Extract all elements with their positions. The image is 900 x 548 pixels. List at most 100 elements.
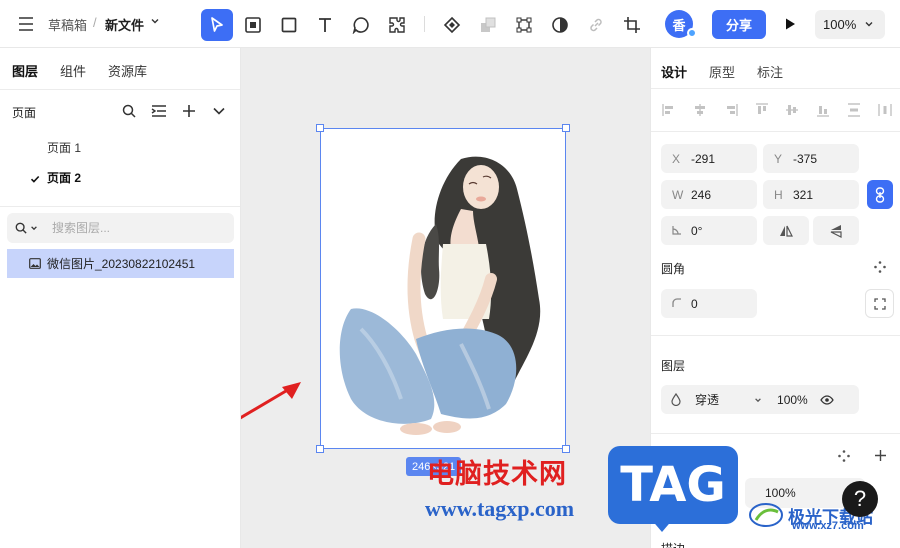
expand-icon	[873, 297, 886, 310]
flip-horizontal-icon	[780, 225, 793, 237]
lock-ratio-button[interactable]	[867, 180, 893, 209]
page-item[interactable]: 页面 1	[47, 139, 81, 156]
chevron-down-icon[interactable]	[30, 224, 38, 232]
layer-section-title: 图层	[661, 359, 686, 373]
menu-icon[interactable]	[14, 12, 38, 36]
y-position-field[interactable]: Y -375	[763, 144, 859, 173]
page-sort-icon[interactable]	[149, 101, 169, 121]
rotation-field[interactable]: 0°	[661, 216, 757, 245]
site-url: www.xz7.com	[792, 520, 864, 532]
align-center-h-icon[interactable]	[692, 102, 708, 118]
flip-vertical-button[interactable]	[813, 216, 859, 245]
distribute-v-icon[interactable]	[846, 102, 862, 118]
w-label: W	[672, 187, 684, 202]
x-position-field[interactable]: X -291	[661, 144, 757, 173]
mask-icon[interactable]	[544, 9, 576, 41]
zoom-select[interactable]: 100%	[815, 10, 885, 39]
y-label: Y	[774, 151, 783, 166]
fill-style-icon[interactable]	[835, 447, 853, 465]
image-icon	[29, 258, 41, 269]
frame-tool-button[interactable]	[237, 9, 269, 41]
y-value: -375	[793, 151, 818, 166]
align-top-icon[interactable]	[754, 102, 770, 118]
layer-row-selected[interactable]: 微信图片_20230822102451	[7, 249, 234, 278]
flip-vertical-icon	[830, 224, 842, 238]
vector-edit-icon[interactable]	[508, 9, 540, 41]
zoom-value: 100%	[823, 17, 857, 32]
search-icon[interactable]	[15, 222, 27, 234]
link-icon[interactable]	[580, 9, 612, 41]
divider	[0, 206, 240, 207]
red-arrow-annotation	[241, 382, 301, 420]
collapse-pages-icon[interactable]	[209, 101, 229, 121]
align-right-icon[interactable]	[723, 102, 739, 118]
tag-logo-tail	[650, 518, 674, 532]
pages-section-title: 页面	[12, 106, 37, 120]
share-button[interactable]: 分享	[712, 10, 766, 39]
boolean-icon[interactable]	[472, 9, 504, 41]
tab-components[interactable]: 组件	[60, 61, 86, 80]
help-button[interactable]: ?	[842, 481, 878, 517]
link-icon	[875, 186, 885, 203]
layer-opacity-value[interactable]: 100%	[777, 393, 808, 407]
corner-radius-field[interactable]: 0	[661, 289, 757, 318]
layer-name: 微信图片_20230822102451	[47, 257, 196, 271]
eye-icon[interactable]	[819, 394, 834, 405]
page-item-current[interactable]: 页面 2	[47, 169, 81, 186]
layer-search-box[interactable]	[7, 213, 234, 243]
layer-search-input[interactable]	[52, 221, 192, 235]
w-value: 246	[691, 187, 712, 202]
align-center-v-icon[interactable]	[784, 102, 800, 118]
divider	[651, 131, 900, 132]
left-panel: 图层 组件 资源库 页面 页面 1 页面 2 微信图片_202308221024…	[0, 48, 241, 548]
play-icon[interactable]	[778, 12, 802, 36]
comment-tool-button[interactable]	[345, 9, 377, 41]
flip-horizontal-button[interactable]	[763, 216, 809, 245]
check-icon	[30, 172, 40, 187]
angle-icon	[672, 224, 690, 238]
tab-prototype[interactable]: 原型	[709, 62, 735, 81]
width-field[interactable]: W 246	[661, 180, 757, 209]
aurora-logo-icon	[749, 503, 783, 527]
left-panel-tabs: 图层 组件 资源库	[0, 48, 240, 90]
chevron-down-icon[interactable]	[754, 396, 762, 404]
add-page-icon[interactable]	[179, 101, 199, 121]
chevron-down-icon[interactable]	[150, 14, 160, 29]
design-canvas[interactable]: 246×321 电脑技术网 www.tagxp.com	[241, 48, 650, 548]
tab-assets[interactable]: 资源库	[108, 61, 147, 80]
x-value: -291	[691, 151, 716, 166]
rotation-value: 0°	[691, 223, 703, 238]
top-toolbar: 草稿箱 / 新文件 香 分享 100%	[0, 0, 900, 48]
breadcrumb-file-name[interactable]: 新文件	[105, 15, 144, 34]
resize-handle[interactable]	[316, 124, 324, 132]
divider	[651, 335, 900, 336]
radius-points-icon[interactable]	[871, 258, 889, 276]
watermark-url: www.tagxp.com	[425, 496, 575, 521]
tab-annotate[interactable]: 标注	[757, 62, 783, 81]
align-left-icon[interactable]	[661, 102, 677, 118]
blend-mode-field[interactable]: 穿透 100%	[661, 385, 859, 414]
selected-image-layer[interactable]	[316, 124, 570, 453]
independent-corners-button[interactable]	[865, 289, 894, 318]
height-field[interactable]: H 321	[763, 180, 859, 209]
component-icon[interactable]	[436, 9, 468, 41]
girl-illustration	[339, 156, 541, 435]
breadcrumb-drafts[interactable]: 草稿箱	[48, 15, 87, 34]
align-bottom-icon[interactable]	[815, 102, 831, 118]
crop-icon[interactable]	[616, 9, 648, 41]
fill-opacity-value[interactable]: 100%	[765, 486, 796, 500]
rectangle-tool-button[interactable]	[273, 9, 305, 41]
breadcrumb-separator: /	[93, 15, 97, 30]
chevron-down-icon	[864, 17, 874, 32]
add-fill-icon[interactable]	[871, 446, 889, 464]
resize-handle[interactable]	[562, 124, 570, 132]
search-icon[interactable]	[119, 101, 139, 121]
h-value: 321	[793, 187, 814, 202]
plugin-icon[interactable]	[381, 9, 413, 41]
corner-radius-title: 圆角	[661, 262, 686, 276]
move-tool-button[interactable]	[201, 9, 233, 41]
text-tool-button[interactable]	[309, 9, 341, 41]
distribute-h-icon[interactable]	[877, 102, 893, 118]
tab-layers[interactable]: 图层	[12, 61, 38, 80]
tab-design[interactable]: 设计	[661, 62, 687, 81]
